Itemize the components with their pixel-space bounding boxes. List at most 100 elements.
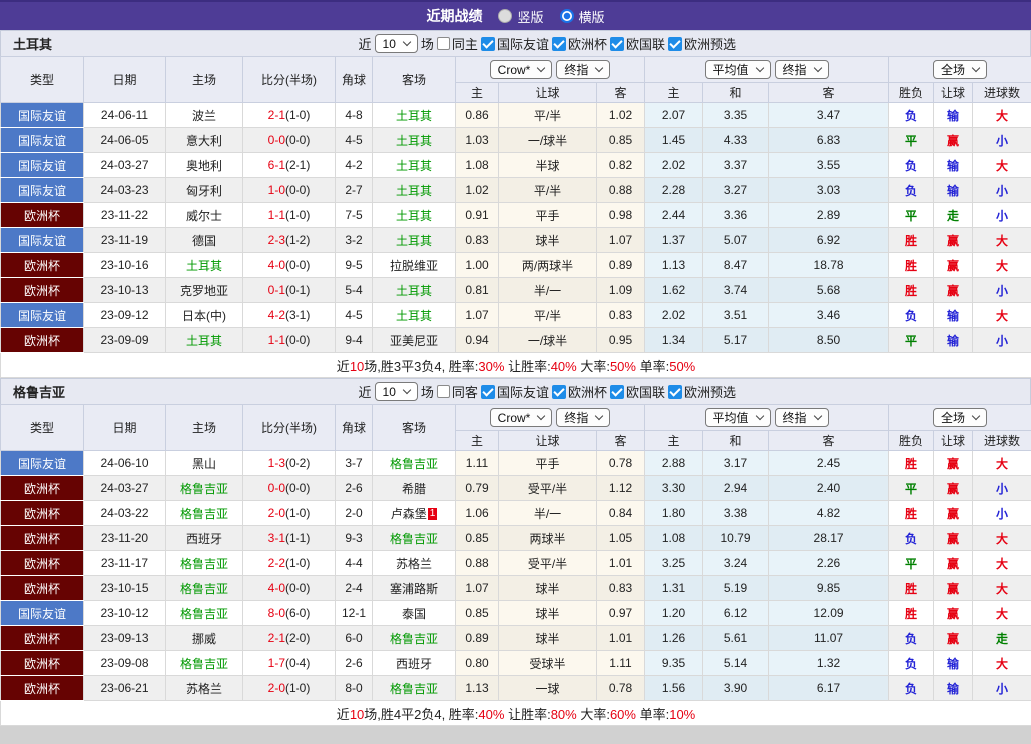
corner-score: 4-4 [335,550,373,576]
odds-company-select[interactable]: Crow* [489,408,553,428]
sub-column-header: 让球 [933,82,974,103]
same-venue-checkbox[interactable]: 同客 [436,382,478,401]
score: 0-0(0-0) [242,127,336,153]
checkbox-checked-icon[interactable] [480,384,495,399]
avg-home: 1.08 [644,525,704,551]
corner-score: 3-2 [335,227,373,253]
same-venue-checkbox[interactable]: 同主 [436,34,478,53]
full-time-score: 4-0 [267,258,285,272]
home-team: 克罗地亚 [165,277,243,303]
average-select[interactable]: 平均值 [704,408,771,427]
match-row: 欧洲杯 23-09-09 土耳其 1-1(0-0) 9-4 亚美尼亚 0.94 一/球半 0.9… [0,327,1031,353]
league-checkbox-3-label: 欧洲预选 [683,385,736,400]
away-team: 土耳其 [372,227,456,253]
chevron-down-icon [402,37,412,47]
summary-segment: 10 [349,358,365,374]
match-type-badge: 欧洲杯 [0,202,84,228]
radio-unchecked-icon[interactable] [498,9,513,23]
league-checkbox-0[interactable]: 国际友谊 [480,382,549,401]
odds-home: 1.00 [455,252,499,278]
odds-company-select[interactable]: Crow* [489,60,553,80]
away-team: 土耳其 [372,177,456,203]
column-header: 类型 [0,56,84,103]
result-outcome: 负 [888,675,935,701]
checkbox-checked-icon[interactable] [609,36,624,51]
checkbox-checked-icon[interactable] [667,384,682,399]
score: 1-0(0-0) [242,177,336,203]
result-goals: 小 [972,177,1031,203]
home-team: 格鲁吉亚 [165,500,243,526]
match-date: 24-06-11 [83,102,166,128]
away-team: 土耳其 [372,202,456,228]
avg-draw: 3.17 [702,450,770,476]
scope-group: 全场 [888,404,1031,431]
results-table: 类型 日期 主场 比分(半场) 角球 客场 Crow* 终指 平均值 终指 全场主让球客主和客胜负让… [0,404,1031,726]
checkbox-unchecked-icon[interactable] [436,385,450,398]
odds-away: 1.09 [595,277,646,303]
odds-handicap: 两球半 [498,525,597,551]
checkbox-checked-icon[interactable] [667,36,682,51]
final-index-select-2[interactable]: 终指 [774,60,829,79]
league-checkbox-2[interactable]: 欧国联 [609,382,665,401]
checkbox-checked-icon[interactable] [551,36,566,51]
score: 6-1(2-1) [242,152,336,178]
odds-away: 0.78 [595,450,646,476]
radio-checked-icon[interactable] [559,9,574,23]
column-header: 类型 [0,404,84,451]
avg-home: 2.02 [644,302,704,328]
league-checkbox-0[interactable]: 国际友谊 [480,34,549,53]
layout-radio-vertical[interactable]: 竖版 [498,7,544,26]
result-outcome: 胜 [888,500,935,526]
avg-away: 3.46 [768,302,890,328]
final-index-select-2[interactable]: 终指 [774,408,829,427]
checkbox-unchecked-icon[interactable] [436,37,450,50]
match-count-select[interactable]: 10 [374,34,418,53]
avg-away: 9.85 [768,575,890,601]
league-checkbox-3[interactable]: 欧洲预选 [667,382,736,401]
odds-away: 0.97 [595,600,646,626]
result-goals: 大 [972,575,1031,601]
away-team: 格鲁吉亚 [372,675,456,701]
column-header: 角球 [335,404,373,451]
odds-home: 1.13 [455,675,499,701]
corner-score: 4-2 [335,152,373,178]
avg-draw: 3.36 [702,202,770,228]
avg-away: 11.07 [768,625,890,651]
league-checkbox-1[interactable]: 欧洲杯 [551,34,607,53]
filter-bar: 近 10 场 同主 国际友谊 欧洲杯 欧国联 欧洲预选 [359,34,736,53]
final-index-select[interactable]: 终指 [556,59,611,79]
checkbox-checked-icon[interactable] [551,384,566,399]
scope-select[interactable]: 全场 [933,408,988,427]
odds-away: 0.98 [595,202,646,228]
league-checkbox-1[interactable]: 欧洲杯 [551,382,607,401]
checkbox-checked-icon[interactable] [609,384,624,399]
match-type-badge: 欧洲杯 [0,625,84,651]
half-time-score: (6-0) [285,606,311,620]
layout-radio-horizontal[interactable]: 横版 [559,7,605,26]
column-header: 角球 [335,56,373,103]
league-checkbox-2-label: 欧国联 [625,385,665,400]
match-type-badge: 国际友谊 [0,102,84,128]
full-time-score: 2-0 [267,506,285,520]
avg-draw: 3.37 [702,152,770,178]
match-count-select[interactable]: 10 [374,382,418,401]
scope-select[interactable]: 全场 [933,60,988,79]
sub-column-header: 客 [768,82,890,103]
average-odds-group: 平均值 终指 [644,404,890,431]
sub-column-header: 主 [644,82,704,103]
full-time-score: 2-1 [267,631,285,645]
league-checkbox-3[interactable]: 欧洲预选 [667,34,736,53]
result-goals: 大 [972,450,1031,476]
checkbox-checked-icon[interactable] [480,36,495,51]
summary-segment: 50% [669,358,696,374]
chevron-down-icon [402,385,412,395]
odds-away: 0.84 [595,500,646,526]
avg-home: 1.31 [644,575,704,601]
result-outcome: 胜 [888,252,935,278]
score: 4-0(0-0) [242,575,336,601]
average-select[interactable]: 平均值 [704,60,771,79]
league-checkbox-2[interactable]: 欧国联 [609,34,665,53]
result-goals: 大 [972,600,1031,626]
result-outcome: 负 [888,102,935,128]
final-index-select[interactable]: 终指 [556,407,611,427]
